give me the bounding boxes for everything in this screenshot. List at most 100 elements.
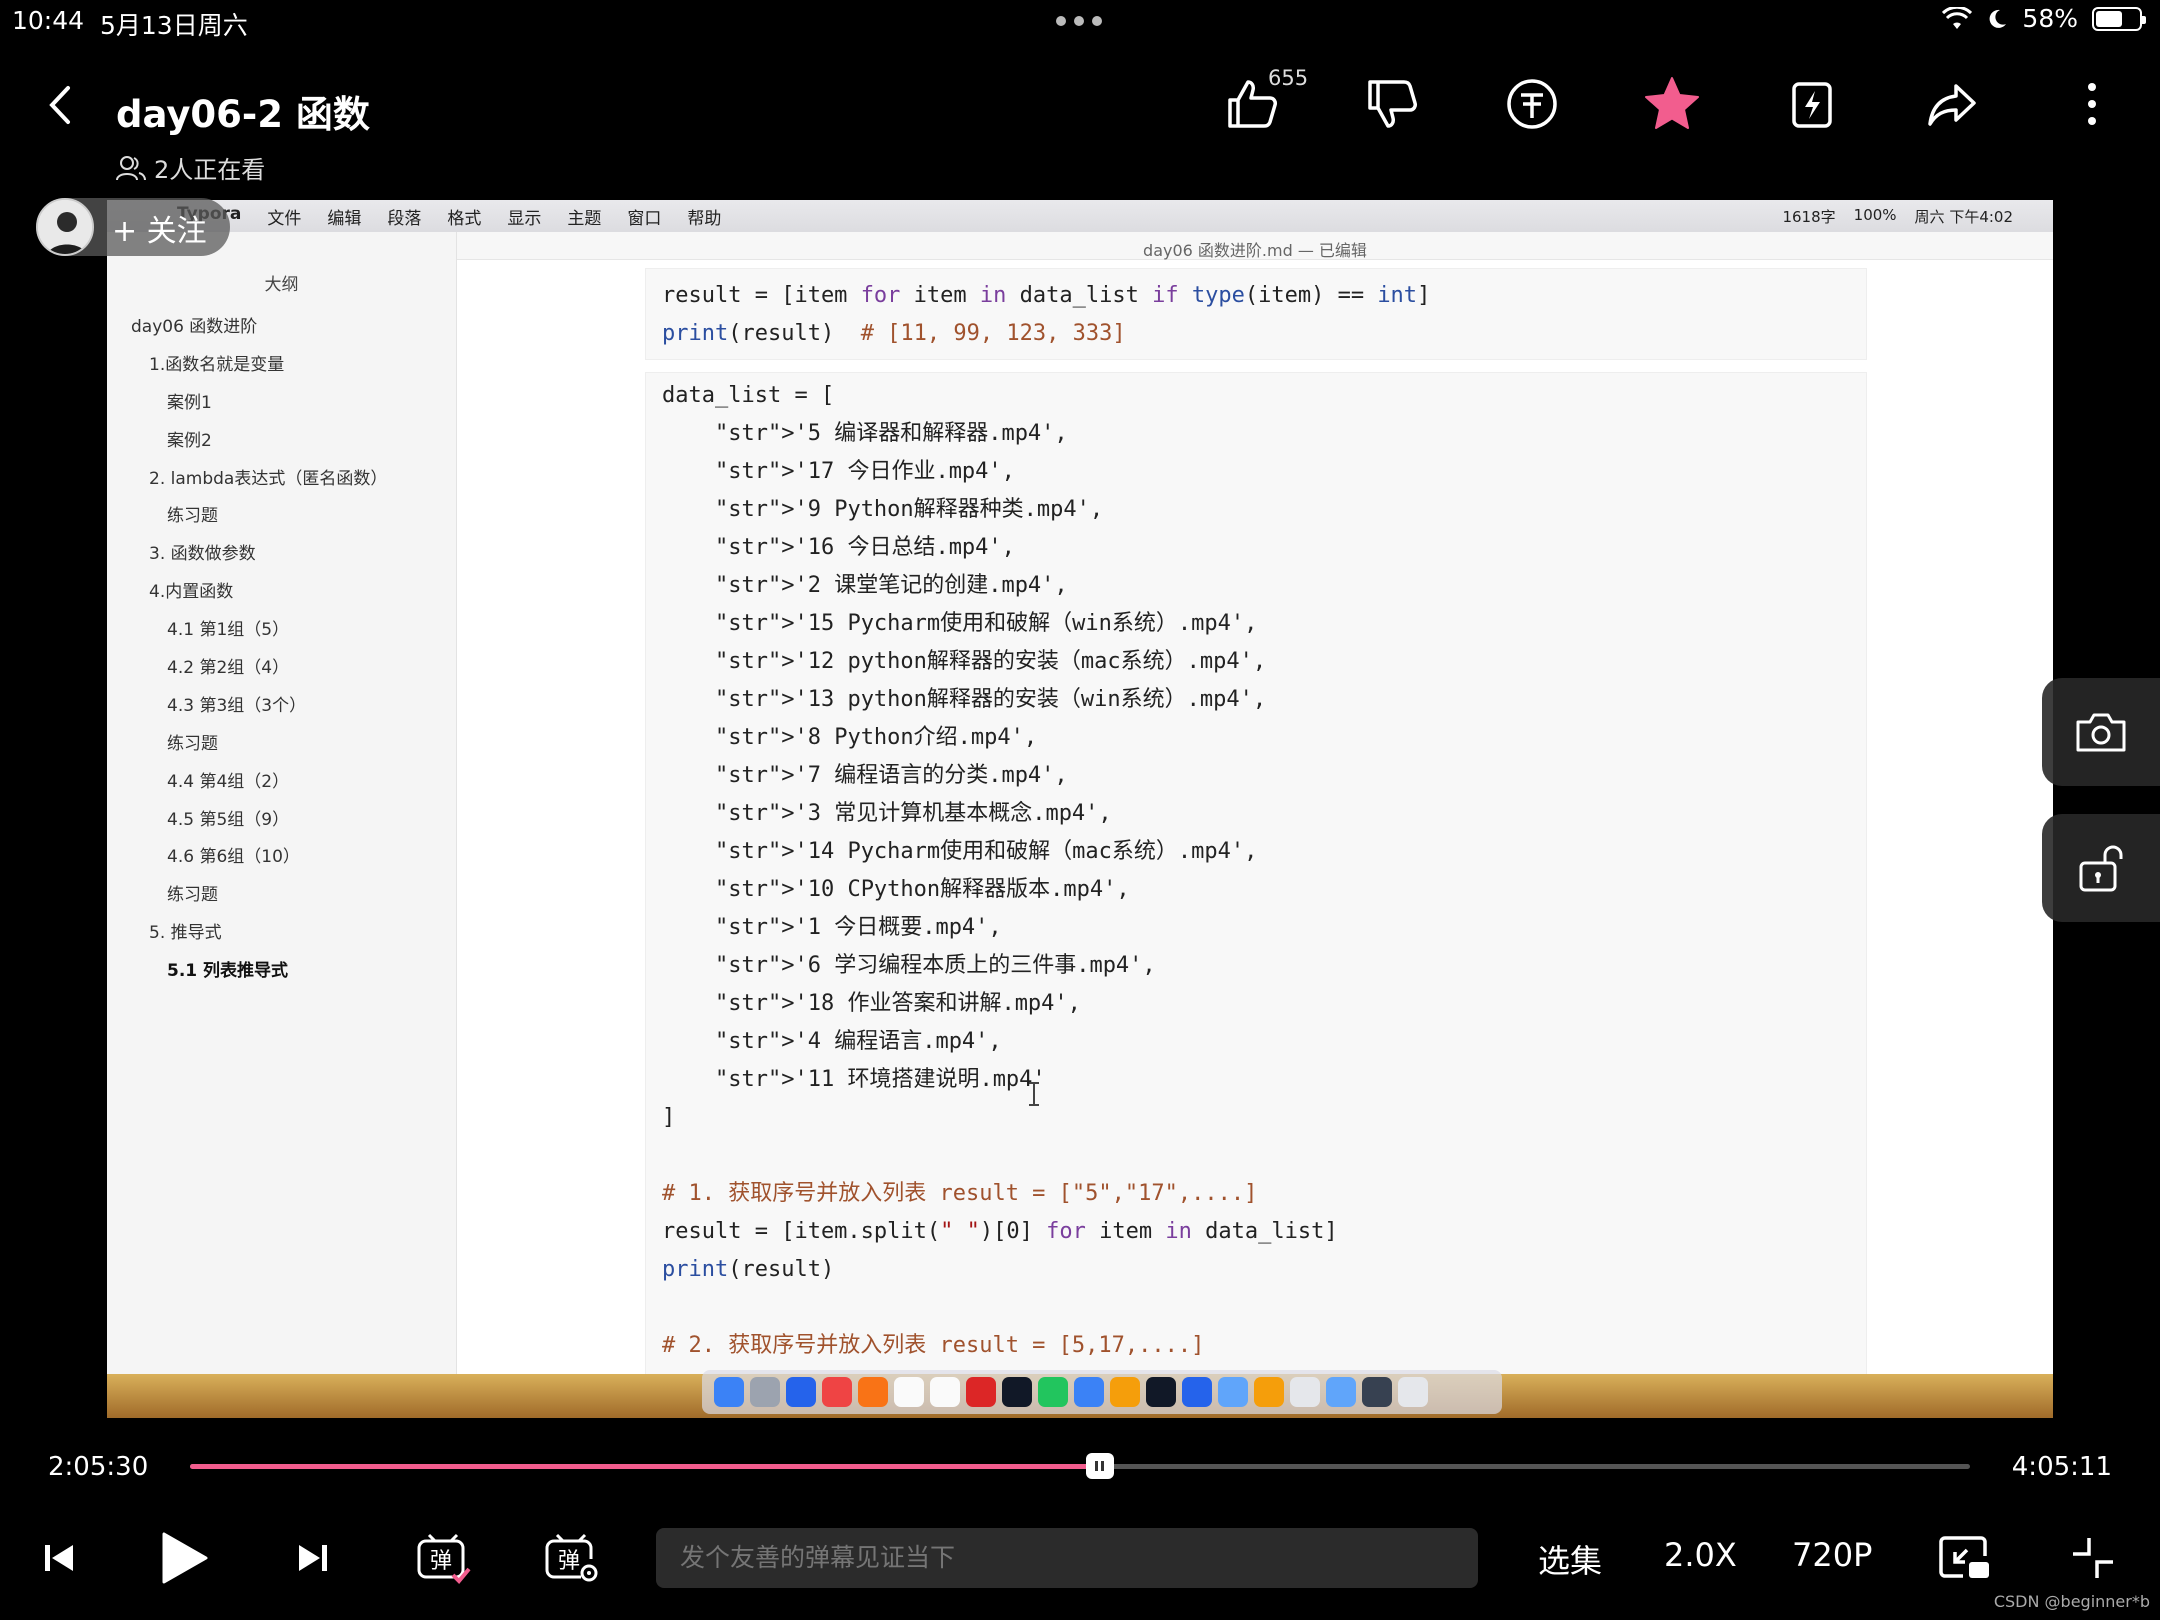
- code-line: "str">'17 今日作业.mp4',: [714, 459, 1015, 484]
- dock-app-icon: [930, 1377, 960, 1407]
- outline-item[interactable]: 4.5 第5组（9）: [107, 802, 456, 840]
- outline-item[interactable]: 4.6 第6组（10）: [107, 839, 456, 877]
- more-button[interactable]: [2060, 72, 2124, 136]
- share-arrow-icon: [1928, 84, 1976, 126]
- outline-item[interactable]: 2. lambda表达式（匿名函数）: [107, 461, 456, 499]
- outline-item[interactable]: 4.1 第1组（5）: [107, 612, 456, 650]
- danmaku-input[interactable]: [656, 1528, 1478, 1588]
- quality-button[interactable]: 720P: [1792, 1536, 1872, 1574]
- mac-status-items: 1618字 100% 周六 下午4:02: [1782, 206, 2013, 227]
- outline-item[interactable]: 4.2 第2组（4）: [107, 650, 456, 688]
- outline-item[interactable]: day06 函数进阶: [107, 309, 456, 347]
- code-line: "str">'11 环境搭建说明.mp4': [714, 1067, 1046, 1092]
- outline-panel: 大纲 day06 函数进阶 1.函数名就是变量 案例1 案例2 2. lambda表达式…: [107, 232, 457, 1374]
- dock-app-icon: [714, 1377, 744, 1407]
- mac-clock: 周六 下午4:02: [1914, 208, 2013, 226]
- menu-item: 帮助: [687, 208, 722, 229]
- outline-item[interactable]: 练习题: [107, 726, 456, 764]
- watermark: CSDN @beginner*b: [1993, 1592, 2150, 1611]
- danmaku-settings-button[interactable]: 弹: [536, 1526, 606, 1590]
- code-line: "str">'1 今日概要.mp4',: [714, 915, 1002, 940]
- status-date: 5月13日周六: [100, 11, 248, 40]
- outline-item[interactable]: 4.内置函数: [107, 574, 456, 612]
- menu-item: 显示: [507, 208, 542, 229]
- screenshot-button[interactable]: [2042, 678, 2160, 786]
- dock-app-icon: [1290, 1377, 1320, 1407]
- code-line: "str">'7 编程语言的分类.mp4',: [714, 763, 1068, 788]
- outline-item[interactable]: 5. 推导式: [107, 915, 456, 953]
- code-block-1: result = [item for item in data_list if …: [645, 268, 1867, 360]
- outline-item[interactable]: 3. 函数做参数: [107, 536, 456, 574]
- play-icon: [162, 1532, 208, 1584]
- unlock-icon: [2079, 845, 2123, 892]
- danmaku-settings-icon: 弹: [545, 1533, 598, 1582]
- code-line: print(result): [662, 1257, 835, 1282]
- code-line: "str">'18 作业答案和讲解.mp4',: [714, 991, 1081, 1016]
- dock-app-icon: [858, 1377, 888, 1407]
- code-line: result = [item.split(" ")[0] for item in…: [662, 1219, 1338, 1244]
- next-button[interactable]: [278, 1526, 348, 1590]
- code-line: "str">'16 今日总结.mp4',: [714, 535, 1015, 560]
- outline-item[interactable]: 练习题: [107, 877, 456, 915]
- share-button[interactable]: [1920, 72, 1984, 136]
- dock-app-icon: [786, 1377, 816, 1407]
- progress-bar[interactable]: [190, 1453, 1970, 1479]
- dock-app-icon: [1362, 1377, 1392, 1407]
- outline-item[interactable]: 案例2: [107, 423, 456, 461]
- episodes-button[interactable]: 选集: [1538, 1536, 1602, 1582]
- danmaku-settings-glyph: 弹: [558, 1549, 580, 1574]
- uploader-avatar[interactable]: [36, 198, 94, 256]
- code-line: # 1. 获取序号并放入列表 result = ["5","17",....]: [662, 1181, 1258, 1206]
- people-icon: [116, 155, 146, 180]
- follow-button[interactable]: + 关注: [112, 206, 207, 250]
- menu-item: 段落: [387, 208, 422, 229]
- exit-fullscreen-button[interactable]: [2058, 1526, 2128, 1590]
- video-frame[interactable]: Typora 文件 编辑 段落 格式 显示 主题 窗口 帮助 1618字 100…: [107, 200, 2053, 1418]
- outline-title: 大纲: [264, 275, 299, 295]
- menu-item: 窗口: [627, 208, 662, 229]
- viewer-count-text: 2人正在看: [154, 156, 266, 184]
- camera-icon: [2076, 713, 2126, 752]
- coin-button[interactable]: [1500, 72, 1564, 136]
- menu-item: 编辑: [327, 208, 362, 229]
- dock-app-icon: [1218, 1377, 1248, 1407]
- star-icon: [1645, 77, 1699, 129]
- code-line: "str">'14 Pycharm使用和破解（mac系统）.mp4',: [714, 839, 1258, 864]
- back-button[interactable]: [40, 80, 80, 130]
- code-line: "str">'3 常见计算机基本概念.mp4',: [714, 801, 1112, 826]
- previous-button[interactable]: [24, 1526, 94, 1590]
- favorite-button[interactable]: [1640, 72, 1704, 136]
- dock-app-icon: [822, 1377, 852, 1407]
- outline-item[interactable]: 4.4 第4组（2）: [107, 764, 456, 802]
- outline-item[interactable]: 案例1: [107, 385, 456, 423]
- editor-area: result = [item for item in data_list if …: [457, 260, 2053, 1382]
- outline-item[interactable]: 5.1 列表推导式: [107, 953, 456, 991]
- progress-fill: [190, 1464, 1100, 1469]
- multitask-dots[interactable]: [1056, 16, 1102, 26]
- moon-icon: [1990, 9, 2007, 28]
- outline-item[interactable]: 练习题: [107, 498, 456, 536]
- pip-button[interactable]: [1930, 1526, 2000, 1590]
- code-line: "str">'15 Pycharm使用和破解（win系统）.mp4',: [714, 611, 1258, 636]
- code-line: "str">'4 编程语言.mp4',: [714, 1029, 1002, 1054]
- status-time: 10:44: [12, 6, 85, 35]
- desktop-wallpaper-strip: [107, 1370, 2053, 1418]
- play-button[interactable]: [148, 1526, 218, 1590]
- progress-thumb[interactable]: [1085, 1453, 1114, 1479]
- skip-next-icon: [299, 1545, 327, 1571]
- status-bar: 10:44 5月13日周六 58%: [0, 0, 2160, 40]
- viewer-count: 2人正在看: [116, 150, 265, 185]
- lightning-box-icon: [1792, 82, 1832, 128]
- like-count: 655: [1268, 66, 1309, 90]
- outline-item[interactable]: 4.3 第3组（3个）: [107, 688, 456, 726]
- danmaku-toggle-button[interactable]: 弹: [408, 1526, 478, 1590]
- dislike-button[interactable]: [1360, 72, 1424, 136]
- lock-screen-button[interactable]: [2042, 814, 2160, 922]
- outline-item[interactable]: 1.函数名就是变量: [107, 347, 456, 385]
- speed-button[interactable]: 2.0X: [1664, 1536, 1737, 1574]
- mac-battery: 100%: [1853, 206, 1897, 224]
- dock-app-icon: [1254, 1377, 1284, 1407]
- mac-dock: [702, 1370, 1502, 1414]
- dock-app-icon: [966, 1377, 996, 1407]
- charge-button[interactable]: [1780, 72, 1844, 136]
